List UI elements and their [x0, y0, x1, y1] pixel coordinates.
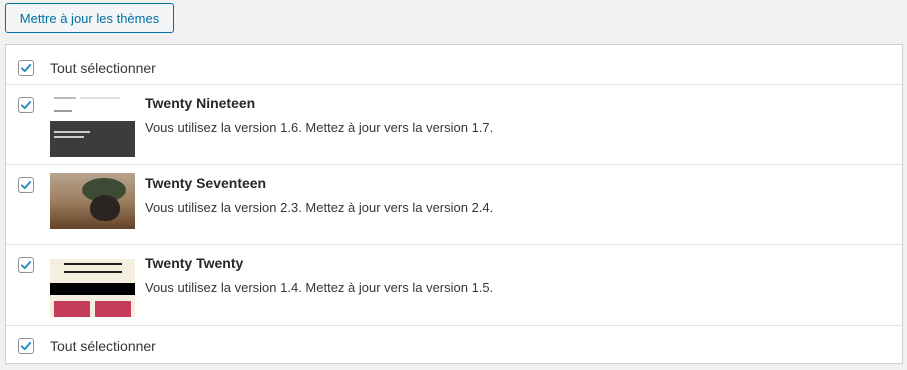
checkmark-icon [20, 341, 32, 351]
theme-checkbox[interactable] [18, 257, 34, 273]
theme-name: Twenty Seventeen [145, 175, 267, 191]
theme-name: Twenty Twenty [145, 255, 244, 271]
theme-row: Twenty Nineteen Vous utilisez la version… [6, 85, 902, 165]
checkmark-icon [20, 260, 32, 270]
checkmark-icon [20, 100, 32, 110]
theme-checkbox[interactable] [18, 97, 34, 113]
theme-screenshot [50, 93, 135, 157]
select-all-checkbox[interactable] [18, 60, 34, 76]
checkmark-icon [20, 180, 32, 190]
select-all-label[interactable]: Tout sélectionner [50, 338, 156, 354]
update-themes-button[interactable]: Mettre à jour les thèmes [5, 3, 174, 33]
theme-name: Twenty Nineteen [145, 95, 256, 111]
theme-screenshot [50, 253, 135, 317]
theme-checkbox[interactable] [18, 177, 34, 193]
checkmark-icon [20, 63, 32, 73]
theme-version-info: Vous utilisez la version 2.3. Mettez à j… [145, 200, 494, 215]
theme-version-info: Vous utilisez la version 1.4. Mettez à j… [145, 280, 494, 295]
themes-update-table: Tout sélectionner Twenty Nineteen Vous u… [5, 44, 903, 364]
theme-row: Twenty Twenty Vous utilisez la version 1… [6, 245, 902, 325]
select-all-checkbox[interactable] [18, 338, 34, 354]
theme-screenshot [50, 173, 135, 237]
select-all-label[interactable]: Tout sélectionner [50, 60, 156, 76]
select-all-header-row: Tout sélectionner [6, 45, 902, 85]
theme-row: Twenty Seventeen Vous utilisez la versio… [6, 165, 902, 245]
theme-version-info: Vous utilisez la version 1.6. Mettez à j… [145, 120, 494, 135]
select-all-footer-row: Tout sélectionner [6, 325, 902, 363]
